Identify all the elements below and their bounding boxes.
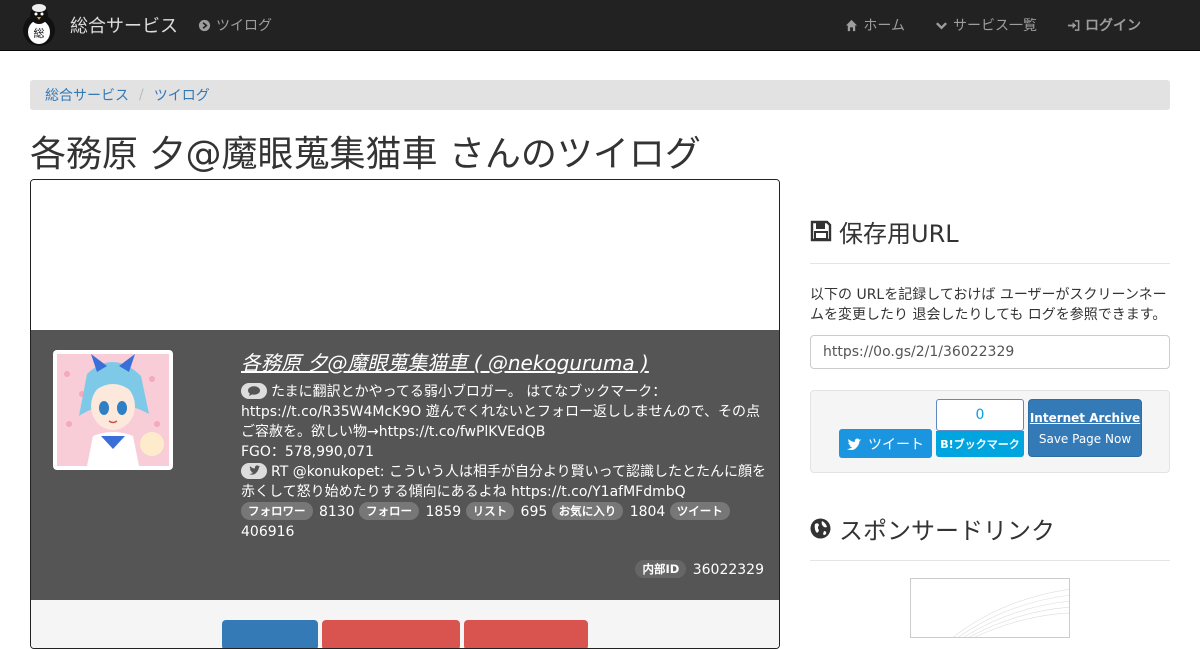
nav-home[interactable]: ホーム: [830, 0, 920, 50]
favorites-count: 1804: [629, 504, 666, 520]
avatar-image: [57, 354, 169, 466]
hatena-bookmark-count[interactable]: 0: [936, 399, 1024, 431]
brand-link[interactable]: 総 総合サービス: [18, 2, 178, 48]
following-label: フォロー: [359, 502, 420, 520]
internet-archive-title: Internet Archive: [1029, 411, 1141, 425]
share-buttons-box: ツイート 0 B!ブックマーク Internet Archive Save Pa…: [810, 390, 1170, 473]
action-button-danger-2[interactable]: [464, 620, 588, 648]
profile-name-link[interactable]: 各務原 夕@魔眼蒐集猫車 ( @nekoguruma ): [241, 350, 766, 376]
nav-tsuilog-label: ツイログ: [216, 18, 272, 34]
internal-id-value: 36022329: [692, 562, 764, 578]
action-button-danger[interactable]: [322, 620, 460, 648]
svg-text:総: 総: [34, 26, 45, 40]
followers-label: フォロワー: [241, 502, 313, 520]
nav-tsuilog-link[interactable]: ツイログ: [198, 0, 272, 50]
floppy-disk-icon: [810, 220, 832, 242]
tweets-label: ツイート: [669, 502, 730, 520]
profile-stats: フォロワー 8130 フォロー 1859 リスト 695 お気に入り 1804 …: [241, 502, 766, 542]
save-url-field[interactable]: https://0o.gs/2/1/36022329: [810, 335, 1170, 369]
last-tweet: RT @konukopet: こういう人は相手が自分より賢いって認識したとたんに…: [241, 462, 766, 502]
breadcrumb-separator: /: [139, 87, 144, 103]
save-url-description: 以下の URLを記録しておけば ユーザーがスクリーンネームを変更したり 退会した…: [810, 287, 1167, 323]
sponsor-heading: スポンサードリンク: [810, 507, 1170, 549]
ad-image: [953, 589, 1069, 637]
nav-login-label: ログイン: [1085, 18, 1141, 34]
save-url-heading: 保存用URL: [810, 210, 1170, 252]
profile-bio-text: たまに翻訳とかやってる弱小ブロガー。 はてなブックマーク：https://t.c…: [241, 384, 761, 440]
nav-right-menu: ホーム サービス一覧 ログイン: [830, 0, 1156, 50]
internal-id-label: 内部ID: [635, 560, 687, 578]
internal-id: 内部ID 36022329: [635, 560, 764, 578]
breadcrumb-tsuilog[interactable]: ツイログ: [154, 85, 210, 105]
nav-login[interactable]: ログイン: [1052, 0, 1156, 50]
action-button-primary[interactable]: [222, 620, 318, 648]
favorites-label: お気に入り: [551, 502, 624, 520]
avatar[interactable]: [53, 350, 173, 470]
tweet-button-label: ツイート: [868, 436, 924, 453]
breadcrumb-home[interactable]: 総合サービス: [45, 85, 129, 105]
lists-count: 695: [520, 504, 548, 520]
profile-panel: 各務原 夕@魔眼蒐集猫車 ( @nekoguruma ) たまに翻訳とかやってる…: [31, 330, 779, 600]
followers-count: 8130: [318, 504, 355, 520]
chevron-down-icon: [936, 21, 947, 30]
sidebar: 保存用URL 以下の URLを記録しておけば ユーザーがスクリーンネームを変更し…: [810, 210, 1170, 561]
divider: [810, 263, 1170, 264]
profile-body: 各務原 夕@魔眼蒐集猫車 ( @nekoguruma ) たまに翻訳とかやってる…: [241, 350, 766, 542]
nav-service-list-label: サービス一覧: [953, 18, 1037, 34]
internet-archive-button[interactable]: Internet Archive Save Page Now: [1028, 399, 1142, 457]
brand-name: 総合サービス: [70, 16, 178, 37]
card-button-row: [31, 600, 779, 648]
nav-service-list[interactable]: サービス一覧: [920, 0, 1052, 50]
lists-label: リスト: [465, 502, 515, 520]
breadcrumb: 総合サービス / ツイログ: [30, 80, 1170, 110]
profile-bio-extra: FGO：578,990,071: [241, 444, 374, 460]
chevron-circle-right-icon: [198, 19, 211, 31]
twitter-bird-icon: [241, 463, 267, 479]
home-icon: [846, 19, 858, 31]
nav-home-label: ホーム: [863, 18, 905, 34]
divider-2: [810, 560, 1170, 561]
save-url-title: 保存用URL: [839, 219, 959, 248]
penguin-logo-icon: 総: [23, 4, 55, 46]
following-count: 1859: [425, 504, 462, 520]
page-title: 各務原 夕@魔眼蒐集猫車 さんのツイログ: [30, 134, 701, 175]
tweet-button[interactable]: ツイート: [839, 429, 932, 458]
profile-bio: たまに翻訳とかやってる弱小ブロガー。 はてなブックマーク：https://t.c…: [241, 382, 766, 442]
comment-icon: [241, 383, 267, 399]
tweets-count: 406916: [241, 524, 295, 540]
sign-in-icon: [1067, 19, 1080, 31]
profile-card: 各務原 夕@魔眼蒐集猫車 ( @nekoguruma ) たまに翻訳とかやってる…: [30, 179, 780, 649]
ad-slot: [31, 180, 779, 330]
twitter-bird-icon: [847, 437, 862, 450]
globe-icon: [810, 518, 831, 538]
top-navbar: 総 総合サービス ツイログ ホーム サービス一覧 ログイン: [0, 0, 1200, 51]
hatena-bookmark-button[interactable]: B!ブックマーク: [936, 431, 1024, 457]
sponsor-title: スポンサードリンク: [839, 516, 1055, 545]
sponsor-ad-banner[interactable]: [910, 578, 1070, 638]
internet-archive-subtitle: Save Page Now: [1038, 432, 1132, 446]
last-tweet-text: RT @konukopet: こういう人は相手が自分より賢いって認識したとたんに…: [241, 464, 766, 500]
